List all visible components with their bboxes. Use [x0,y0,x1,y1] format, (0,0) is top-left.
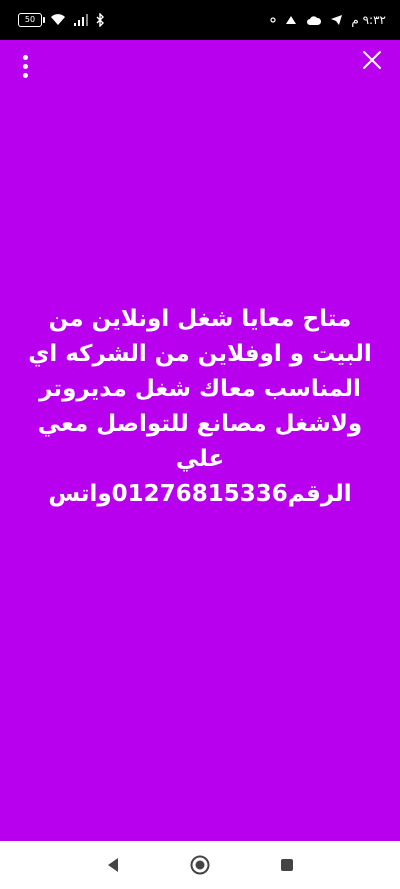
caption-line: ولاشغل مصانع للتواصل معي [37,411,363,437]
wifi-icon [50,14,66,26]
home-icon[interactable] [180,845,220,885]
caption-line: علي [175,446,225,472]
status-right-group: ٩:٣٢ م [270,13,386,27]
story-caption: متاح معايا شغل اونلاين من البيت و اوفلاي… [20,302,380,512]
close-icon[interactable] [358,46,386,74]
caption-line: المناسب معاك شغل مديروتر [39,376,361,402]
battery-level: 50 [24,15,36,24]
signal-icon [74,14,88,26]
gesture-icon [284,14,298,26]
status-left-group: 50 [18,13,105,27]
dot-icon [270,17,276,23]
caption-line: الرقم01276815336واتس [48,481,352,507]
story-viewer[interactable]: متاح معايا شغل اونلاين من البيت و اوفلاي… [0,40,400,841]
battery-icon: 50 [18,13,45,27]
cloud-icon [306,15,322,26]
more-options-icon[interactable] [14,52,36,80]
caption-line: متاح معايا شغل اونلاين من [48,306,352,332]
caption-line: البيت و اوفلاين من الشركه اي [28,341,372,367]
telegram-icon [330,14,343,26]
back-icon[interactable] [93,845,133,885]
recents-icon[interactable] [267,845,307,885]
status-bar: 50 ٩:٣٢ م [0,0,400,40]
navigation-bar [0,841,400,889]
bluetooth-icon [96,13,105,27]
status-time: ٩:٣٢ م [351,13,386,27]
